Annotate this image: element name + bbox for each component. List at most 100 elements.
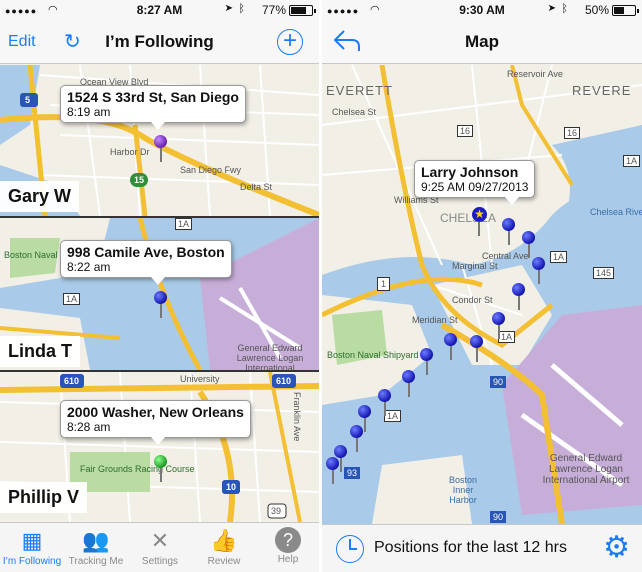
- tab-label: I’m Following: [2, 556, 62, 567]
- map-label: Condor St: [452, 295, 493, 305]
- map-label: 1A: [175, 218, 193, 230]
- help-icon: ?: [275, 527, 301, 553]
- map-label: 1A: [63, 293, 81, 305]
- map-label: San Diego Fwy: [180, 165, 242, 175]
- location-pin-icon[interactable]: [154, 135, 167, 162]
- map-label: Marginal St: [452, 261, 498, 271]
- follow-item-phillip[interactable]: 610 610 University Franklin Ave Fair Gro…: [0, 372, 319, 522]
- location-pin-icon[interactable]: [154, 455, 167, 482]
- follow-item-linda[interactable]: Boston Naval Shipyard 1A 1A General Edwa…: [0, 218, 319, 370]
- position-pin-icon[interactable]: [532, 257, 545, 284]
- map-label: Harbor Dr: [110, 147, 150, 157]
- map-label: General Edward Lawrence Logan Internatio…: [236, 343, 304, 370]
- follow-item-gary[interactable]: Ocean View Blvd Delta St Harbor Dr San D…: [0, 65, 319, 216]
- left-screen: ●●●●● ◠ 8:27 AM ➤ ᛒ 77% Edit ↻ I’m Follo…: [0, 0, 319, 572]
- gear-icon[interactable]: ⚙: [603, 532, 630, 564]
- location-arrow-icon: ➤: [547, 3, 556, 14]
- map-label: Meridian St: [412, 315, 458, 325]
- map-label: 16: [564, 127, 581, 139]
- tab-label: Settings: [141, 556, 179, 567]
- map-label: 10: [226, 482, 237, 492]
- map-view[interactable]: EVERETT REVERE Chelsea St Reservoir Ave …: [322, 65, 642, 524]
- position-pin-icon[interactable]: [350, 425, 363, 452]
- tab-help[interactable]: ? Help: [256, 523, 319, 572]
- tab-label: Tracking Me: [68, 556, 124, 567]
- map-label: REVERE: [572, 83, 632, 98]
- position-pin-icon[interactable]: [326, 457, 339, 484]
- map-label: 145: [593, 267, 615, 279]
- tools-icon: ✕: [150, 528, 170, 553]
- page-title: I’m Following: [105, 32, 214, 51]
- nav-bar: Edit ↻ I’m Following +: [0, 20, 319, 64]
- location-callout[interactable]: 2000 Washer, New Orleans 8:28 am: [60, 400, 251, 445]
- battery-icon: [289, 5, 316, 16]
- right-screen: ●●●●● ◠ 9:30 AM ➤ ᛒ 50% Map EVERETT REVE…: [322, 0, 642, 572]
- people-icon: 👥: [82, 528, 110, 553]
- location-callout[interactable]: Larry Johnson 9:25 AM 09/27/2013: [414, 160, 536, 205]
- tab-label: Review: [207, 556, 241, 567]
- map-label: General Edward Lawrence Logan Internatio…: [542, 453, 630, 486]
- thumbs-up-icon: 👍: [210, 528, 238, 553]
- time-range-label: Positions for the last 12 hrs: [374, 539, 567, 556]
- person-name: Linda T: [0, 336, 80, 367]
- tab-settings[interactable]: ✕ Settings: [128, 523, 192, 572]
- position-pin-icon[interactable]: [502, 218, 515, 245]
- map-label: 39: [271, 506, 282, 516]
- map-label: Boston Naval Shipyard: [327, 350, 419, 360]
- page-title: Map: [465, 32, 499, 51]
- map-label: CHELSEA: [440, 211, 497, 225]
- callout-time: 8:19 am: [67, 105, 111, 119]
- position-pin-icon[interactable]: [492, 312, 505, 339]
- position-pin-icon[interactable]: [522, 231, 535, 258]
- clock-icon[interactable]: [336, 535, 364, 563]
- location-callout[interactable]: 998 Camile Ave, Boston 8:22 am: [60, 240, 232, 285]
- map-label: 5: [25, 95, 31, 105]
- bluetooth-icon: ᛒ: [238, 3, 245, 15]
- position-pin-icon[interactable]: [512, 283, 525, 310]
- tab-review[interactable]: 👍 Review: [192, 523, 256, 572]
- map-label: 15: [134, 175, 145, 185]
- map-label: Delta St: [240, 182, 273, 192]
- battery-icon: [612, 5, 639, 16]
- position-pin-icon[interactable]: [444, 333, 457, 360]
- tab-im-following[interactable]: ▦ I’m Following: [0, 523, 64, 572]
- map-label: 90: [490, 511, 507, 523]
- map-label: Reservoir Ave: [507, 69, 563, 79]
- add-icon[interactable]: +: [277, 29, 303, 55]
- map-label: 90: [490, 376, 507, 388]
- map-label: Franklin Ave: [292, 392, 302, 442]
- callout-address: 998 Camile Ave, Boston: [67, 244, 225, 260]
- location-pin-icon[interactable]: [154, 291, 167, 318]
- callout-address: 2000 Washer, New Orleans: [67, 404, 244, 420]
- battery-percent: 77%: [261, 3, 286, 17]
- tab-tracking-me[interactable]: 👥 Tracking Me: [64, 523, 128, 572]
- callout-time: 8:28 am: [67, 420, 111, 434]
- map-label: Chelsea St: [332, 107, 377, 117]
- position-pin-icon[interactable]: [402, 370, 415, 397]
- callout-name: Larry Johnson: [421, 164, 519, 180]
- position-pin-icon[interactable]: [378, 389, 391, 416]
- map-label: Fair Grounds Racing Course: [80, 464, 195, 474]
- callout-address: 1524 S 33rd St, San Diego: [67, 89, 239, 105]
- bottom-bar: Positions for the last 12 hrs ⚙: [322, 524, 642, 572]
- bluetooth-icon: ᛒ: [561, 3, 568, 15]
- status-bar: ●●●●● ◠ 9:30 AM ➤ ᛒ 50%: [322, 0, 642, 20]
- position-pin-icon[interactable]: [420, 348, 433, 375]
- map-label: 1: [377, 277, 391, 291]
- tab-bar: ▦ I’m Following 👥 Tracking Me ✕ Settings…: [0, 522, 319, 572]
- map-label: 16: [457, 125, 474, 137]
- person-name: Gary W: [0, 181, 80, 212]
- battery-percent: 50%: [584, 3, 609, 17]
- status-bar: ●●●●● ◠ 8:27 AM ➤ ᛒ 77%: [0, 0, 319, 20]
- map-label: 1A: [623, 155, 641, 167]
- current-position-star-icon[interactable]: ★: [472, 207, 487, 236]
- tab-label: Help: [277, 554, 299, 565]
- position-pin-icon[interactable]: [470, 335, 483, 362]
- location-callout[interactable]: 1524 S 33rd St, San Diego 8:19 am: [60, 85, 246, 130]
- map-label: 1A: [550, 251, 568, 263]
- map-label: University: [180, 374, 220, 384]
- nav-bar: Map: [322, 20, 642, 64]
- location-arrow-icon: ➤: [224, 3, 233, 14]
- map-label: 610: [276, 376, 292, 386]
- map-label: Chelsea River: [590, 207, 642, 217]
